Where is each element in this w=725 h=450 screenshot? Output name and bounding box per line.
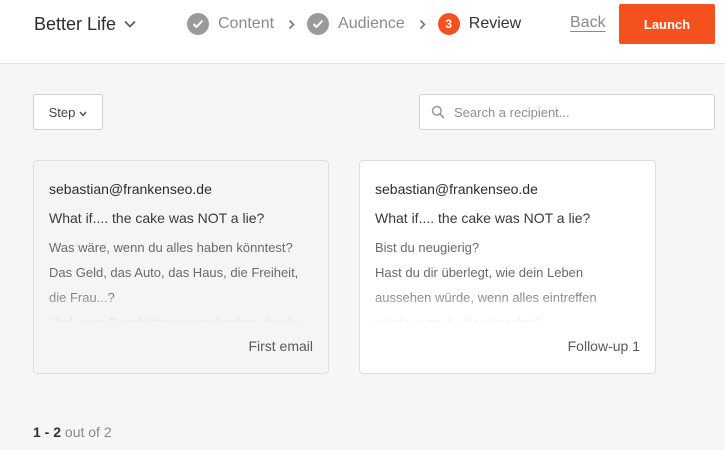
wizard-steps: Content Audience 3 Review	[187, 12, 521, 36]
preview-line: würde, was du dir wünschst?	[375, 315, 542, 323]
email-card[interactable]: sebastian@frankenseo.de What if.... the …	[359, 160, 656, 374]
recipient-email: sebastian@frankenseo.de	[375, 181, 538, 197]
step-filter-dropdown[interactable]: Step	[33, 94, 103, 130]
sequence-step-label: First email	[248, 338, 313, 354]
recipient-email: sebastian@frankenseo.de	[49, 181, 212, 197]
sequence-step-label: Follow-up 1	[567, 338, 640, 354]
check-icon	[187, 13, 209, 35]
step-label: Audience	[338, 15, 405, 32]
chevron-down-icon	[79, 105, 87, 120]
step-audience[interactable]: Audience	[307, 13, 405, 35]
campaign-selector[interactable]: Better Life	[34, 12, 136, 36]
step-review[interactable]: 3 Review	[437, 13, 522, 35]
chevron-down-icon	[124, 20, 136, 28]
search-input[interactable]	[454, 104, 714, 120]
pagination-summary: 1 - 2 out of 2	[33, 424, 112, 440]
email-subject: What if.... the cake was NOT a lie?	[49, 210, 265, 226]
preview-line: Und einer Beschäftigung nachgehst, die d…	[49, 315, 298, 323]
email-preview: Was wäre, wenn du alles haben könntest? …	[49, 235, 313, 323]
step-label: Content	[218, 15, 275, 32]
campaign-name: Better Life	[34, 13, 117, 34]
preview-line: Was wäre, wenn du alles haben könntest?	[49, 240, 293, 255]
launch-button[interactable]: Launch	[619, 4, 715, 44]
back-link[interactable]: Back	[570, 14, 606, 32]
email-card[interactable]: sebastian@frankenseo.de What if.... the …	[33, 160, 329, 374]
email-subject: What if.... the cake was NOT a lie?	[375, 210, 591, 226]
preview-line: aussehen würde, wenn alles eintreffen	[375, 290, 597, 305]
search-icon	[431, 105, 445, 119]
top-bar: Better Life Content Audience 3 Review Ba…	[0, 0, 725, 64]
check-icon	[307, 13, 330, 35]
pagination-total: out of 2	[64, 424, 112, 440]
preview-line: Hast du dir überlegt, wie dein Leben	[375, 265, 584, 280]
pagination-range: 1 - 2	[33, 424, 62, 440]
step-filter-label: Step	[48, 104, 76, 120]
preview-line: die Frau...?	[49, 290, 115, 305]
chevron-right-icon	[419, 19, 426, 30]
step-number-badge: 3	[437, 13, 460, 35]
step-label: Review	[468, 15, 522, 32]
preview-line: Das Geld, das Auto, das Haus, die Freihe…	[49, 265, 299, 280]
chevron-right-icon	[288, 19, 295, 30]
step-content[interactable]: Content	[187, 13, 274, 35]
preview-line: Bist du neugierig?	[375, 240, 480, 255]
email-preview: Bist du neugierig? Hast du dir überlegt,…	[375, 235, 640, 323]
recipient-search	[419, 94, 715, 130]
